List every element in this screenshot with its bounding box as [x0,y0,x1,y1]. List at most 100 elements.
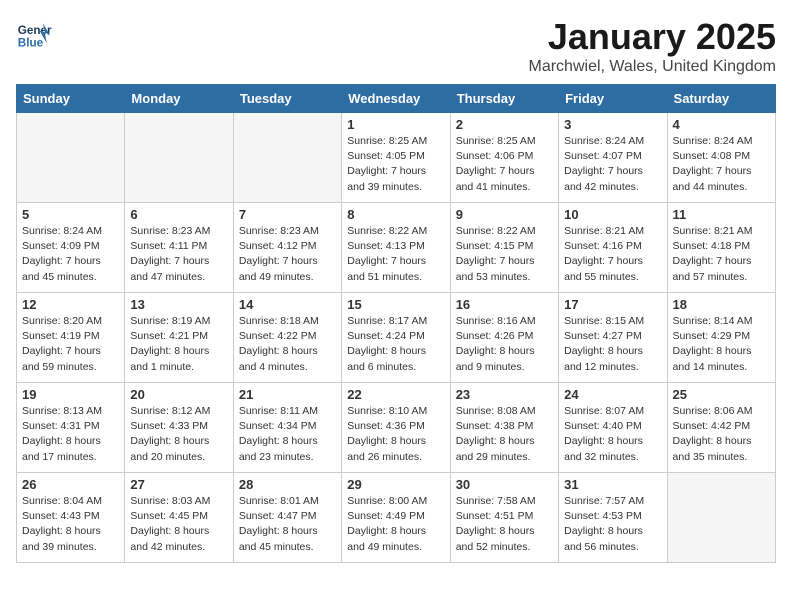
month-title: January 2025 [529,16,777,58]
calendar-table: SundayMondayTuesdayWednesdayThursdayFrid… [16,84,776,563]
day-info: Sunrise: 8:01 AM Sunset: 4:47 PM Dayligh… [239,494,336,555]
page-header: General Blue January 2025 Marchwiel, Wal… [16,16,776,76]
day-number: 16 [456,297,553,312]
day-number: 15 [347,297,444,312]
day-info: Sunrise: 8:14 AM Sunset: 4:29 PM Dayligh… [673,314,770,375]
day-info: Sunrise: 8:21 AM Sunset: 4:18 PM Dayligh… [673,224,770,285]
weekday-header-friday: Friday [559,85,667,113]
day-info: Sunrise: 8:22 AM Sunset: 4:13 PM Dayligh… [347,224,444,285]
calendar-cell: 10 Sunrise: 8:21 AM Sunset: 4:16 PM Dayli… [559,203,667,293]
calendar-header: SundayMondayTuesdayWednesdayThursdayFrid… [17,85,776,113]
day-number: 10 [564,207,661,222]
day-info: Sunrise: 8:25 AM Sunset: 4:06 PM Dayligh… [456,134,553,195]
day-number: 12 [22,297,119,312]
calendar-cell: 27Sunrise: 8:03 AM Sunset: 4:45 PM Dayli… [125,473,233,563]
day-number: 22 [347,387,444,402]
calendar-cell: 28 Sunrise: 8:01 AM Sunset: 4:47 PM Dayli… [233,473,341,563]
calendar-cell [667,473,775,563]
svg-text:Blue: Blue [18,37,44,50]
calendar-week-1: 1 Sunrise: 8:25 AM Sunset: 4:05 PM Daylig… [17,113,776,203]
day-info: Sunrise: 8:19 AM Sunset: 4:21 PM Dayligh… [130,314,227,375]
calendar-week-3: 12 Sunrise: 8:20 AM Sunset: 4:19 PM Dayli… [17,293,776,383]
location: Marchwiel, Wales, United Kingdom [529,58,777,76]
calendar-cell: 19Sunrise: 8:13 AM Sunset: 4:31 PM Dayli… [17,383,125,473]
calendar-cell: 30 Sunrise: 7:58 AM Sunset: 4:51 PM Dayli… [450,473,558,563]
calendar-cell: 17 Sunrise: 8:15 AM Sunset: 4:27 PM Dayli… [559,293,667,383]
calendar-cell: 16 Sunrise: 8:16 AM Sunset: 4:26 PM Dayli… [450,293,558,383]
day-info: Sunrise: 8:03 AM Sunset: 4:45 PM Dayligh… [130,494,227,555]
day-info: Sunrise: 8:18 AM Sunset: 4:22 PM Dayligh… [239,314,336,375]
calendar-cell: 5Sunrise: 8:24 AM Sunset: 4:09 PM Daylig… [17,203,125,293]
day-info: Sunrise: 7:58 AM Sunset: 4:51 PM Dayligh… [456,494,553,555]
day-info: Sunrise: 8:24 AM Sunset: 4:07 PM Dayligh… [564,134,661,195]
weekday-header-thursday: Thursday [450,85,558,113]
day-number: 14 [239,297,336,312]
calendar-week-2: 5Sunrise: 8:24 AM Sunset: 4:09 PM Daylig… [17,203,776,293]
day-info: Sunrise: 8:06 AM Sunset: 4:42 PM Dayligh… [673,404,770,465]
day-number: 7 [239,207,336,222]
calendar-cell: 12 Sunrise: 8:20 AM Sunset: 4:19 PM Dayli… [17,293,125,383]
day-number: 1 [347,117,444,132]
calendar-cell: 7 Sunrise: 8:23 AM Sunset: 4:12 PM Daylig… [233,203,341,293]
day-info: Sunrise: 8:16 AM Sunset: 4:26 PM Dayligh… [456,314,553,375]
day-info: Sunrise: 8:15 AM Sunset: 4:27 PM Dayligh… [564,314,661,375]
calendar-cell [233,113,341,203]
day-info: Sunrise: 8:23 AM Sunset: 4:11 PM Dayligh… [130,224,227,285]
calendar-week-4: 19Sunrise: 8:13 AM Sunset: 4:31 PM Dayli… [17,383,776,473]
calendar-cell: 8 Sunrise: 8:22 AM Sunset: 4:13 PM Daylig… [342,203,450,293]
calendar-cell [125,113,233,203]
calendar-cell: 31Sunrise: 7:57 AM Sunset: 4:53 PM Dayli… [559,473,667,563]
day-number: 13 [130,297,227,312]
day-info: Sunrise: 8:23 AM Sunset: 4:12 PM Dayligh… [239,224,336,285]
calendar-cell: 15 Sunrise: 8:17 AM Sunset: 4:24 PM Dayli… [342,293,450,383]
day-info: Sunrise: 8:17 AM Sunset: 4:24 PM Dayligh… [347,314,444,375]
day-number: 23 [456,387,553,402]
day-number: 6 [130,207,227,222]
calendar-cell: 22 Sunrise: 8:10 AM Sunset: 4:36 PM Dayli… [342,383,450,473]
day-number: 17 [564,297,661,312]
weekday-header-wednesday: Wednesday [342,85,450,113]
day-number: 11 [673,207,770,222]
day-number: 26 [22,477,119,492]
calendar-cell: 3 Sunrise: 8:24 AM Sunset: 4:07 PM Daylig… [559,113,667,203]
day-info: Sunrise: 8:25 AM Sunset: 4:05 PM Dayligh… [347,134,444,195]
calendar-week-5: 26 Sunrise: 8:04 AM Sunset: 4:43 PM Dayli… [17,473,776,563]
day-number: 30 [456,477,553,492]
day-number: 8 [347,207,444,222]
day-info: Sunrise: 7:57 AM Sunset: 4:53 PM Dayligh… [564,494,661,555]
day-number: 28 [239,477,336,492]
day-info: Sunrise: 8:20 AM Sunset: 4:19 PM Dayligh… [22,314,119,375]
day-info: Sunrise: 8:12 AM Sunset: 4:33 PM Dayligh… [130,404,227,465]
calendar-cell: 24 Sunrise: 8:07 AM Sunset: 4:40 PM Dayli… [559,383,667,473]
calendar-cell [17,113,125,203]
day-info: Sunrise: 8:10 AM Sunset: 4:36 PM Dayligh… [347,404,444,465]
logo-icon: General Blue [16,16,52,52]
calendar-cell: 25Sunrise: 8:06 AM Sunset: 4:42 PM Dayli… [667,383,775,473]
calendar-cell: 1 Sunrise: 8:25 AM Sunset: 4:05 PM Daylig… [342,113,450,203]
weekday-header-monday: Monday [125,85,233,113]
calendar-cell: 11 Sunrise: 8:21 AM Sunset: 4:18 PM Dayli… [667,203,775,293]
day-info: Sunrise: 8:21 AM Sunset: 4:16 PM Dayligh… [564,224,661,285]
day-number: 24 [564,387,661,402]
calendar-cell: 2 Sunrise: 8:25 AM Sunset: 4:06 PM Daylig… [450,113,558,203]
calendar-cell: 13 Sunrise: 8:19 AM Sunset: 4:21 PM Dayli… [125,293,233,383]
calendar-cell: 29 Sunrise: 8:00 AM Sunset: 4:49 PM Dayli… [342,473,450,563]
day-info: Sunrise: 8:11 AM Sunset: 4:34 PM Dayligh… [239,404,336,465]
day-info: Sunrise: 8:24 AM Sunset: 4:09 PM Dayligh… [22,224,119,285]
day-number: 2 [456,117,553,132]
calendar-cell: 9 Sunrise: 8:22 AM Sunset: 4:15 PM Daylig… [450,203,558,293]
day-info: Sunrise: 8:07 AM Sunset: 4:40 PM Dayligh… [564,404,661,465]
day-number: 29 [347,477,444,492]
logo: General Blue [16,16,56,52]
day-info: Sunrise: 8:04 AM Sunset: 4:43 PM Dayligh… [22,494,119,555]
day-info: Sunrise: 8:00 AM Sunset: 4:49 PM Dayligh… [347,494,444,555]
day-info: Sunrise: 8:13 AM Sunset: 4:31 PM Dayligh… [22,404,119,465]
day-number: 9 [456,207,553,222]
day-number: 18 [673,297,770,312]
calendar-cell: 6 Sunrise: 8:23 AM Sunset: 4:11 PM Daylig… [125,203,233,293]
calendar-cell: 21Sunrise: 8:11 AM Sunset: 4:34 PM Dayli… [233,383,341,473]
day-number: 3 [564,117,661,132]
day-number: 4 [673,117,770,132]
day-number: 20 [130,387,227,402]
day-info: Sunrise: 8:22 AM Sunset: 4:15 PM Dayligh… [456,224,553,285]
